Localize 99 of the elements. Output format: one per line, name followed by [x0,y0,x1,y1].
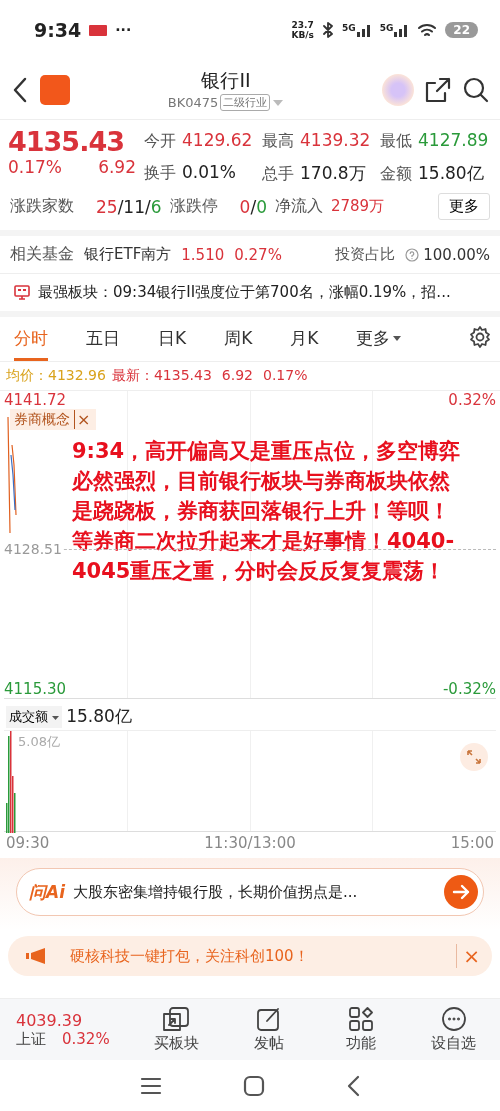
indicator-selector[interactable]: 成交额 [6,705,63,728]
axis-label: 0.32% [448,391,496,409]
stat-value: 6 [150,196,162,217]
latest-percent: 0.17% [263,367,308,385]
index-value: 4039.39 [16,1010,84,1030]
more-tab[interactable]: 更多 [356,325,402,361]
fund-price: 1.510 [181,245,225,264]
megaphone-icon [26,948,48,964]
average-price: 均价：4132.96 [6,367,106,385]
latest-price: 最新：4135.43 [111,367,212,385]
grid-icon [348,1006,375,1032]
stat-label: 涨跌停 [169,196,218,217]
notice-text[interactable]: 最强板块：09:34银行II强度位于第700名，涨幅0.19%，招... [38,283,451,302]
stat-value: 0.01% [182,162,236,182]
stat-value: 0 [256,196,267,217]
clock: 9:34 [34,19,82,41]
more-notifications: ··· [115,22,132,38]
stat-label: 最低 [380,131,412,152]
stat-label: 今开 [144,131,176,152]
caret-icon [393,336,402,342]
ai-question: 大股东密集增持银行股，长期价值拐点是... [73,882,359,902]
index-change: 0.32% [62,1029,110,1049]
axis-label: 4115.30 [4,680,67,698]
fund-change: 0.27% [234,245,282,264]
time-label: 11:30/13:00 [204,834,296,852]
settings-icon[interactable] [468,325,492,349]
nav-item[interactable]: 功能 [315,1005,408,1054]
wifi-icon [417,22,438,38]
edit-icon [255,1006,282,1032]
volume-total: 15.80亿 [66,705,132,728]
promo-text: 硬核科技一键打包，关注科创100！ [70,946,310,966]
stat-value: 4129.62 [182,130,253,150]
period-tab[interactable]: 日K [158,325,187,361]
stat-label: 净流入 [274,196,323,217]
stat-value: 170.8万 [300,162,366,185]
axis-label: 4141.72 [4,391,67,409]
current-price: 4135.43 [8,126,124,157]
nav-item[interactable]: 设自选 [407,1005,500,1054]
network-speed: 23.7 KB/s [291,20,314,40]
expand-button[interactable] [460,743,488,771]
ask-ai-bar[interactable]: 问Ai 大股东密集增持银行股，长期价值拐点是... [16,868,484,916]
close-tag-button[interactable]: × [74,410,93,429]
axis-label: -0.32% [442,680,496,698]
ai-logo: 问Ai [29,880,65,904]
time-label: 15:00 [450,834,494,852]
stat-value: 4127.89 [418,130,489,150]
concept-tag-text: 券商概念 [14,410,70,429]
signal-icon [393,23,410,37]
stat-label: 金额 [380,164,412,185]
ratio-label: 投资占比 [335,245,396,264]
nav-item[interactable]: 买板块 [130,1005,223,1054]
caret-icon [52,715,60,721]
share-icon[interactable] [424,75,452,104]
bluetooth-icon [322,22,334,38]
axis-label: 4128.51 [4,541,62,557]
stat-label: 最高 [262,131,294,152]
network-type: 5G [342,23,356,33]
expand-icon [466,749,482,765]
stat-value: / [250,196,257,217]
more-button[interactable]: 更多 [438,193,490,220]
change-amount: 6.92 [98,157,136,177]
stat-value: /11/ [117,196,151,217]
fund-name[interactable]: 银行ETF南方 [84,245,172,264]
period-tab[interactable]: 月K [290,325,319,361]
back-icon[interactable] [345,1074,360,1097]
period-tab[interactable]: 五日 [86,325,120,361]
index-name: 上证 [16,1029,46,1049]
stat-value: 25 [96,196,118,217]
board-title: 银行II [201,68,251,93]
nav-item[interactable]: 发帖 [222,1005,315,1054]
signal-icon [355,23,372,37]
send-button[interactable] [444,875,478,909]
arrow-right-icon [452,883,470,901]
stat-value: 4139.32 [300,130,371,150]
stat-value: 0 [239,196,251,217]
stat-label: 涨跌家数 [10,196,74,217]
change-percent: 0.17% [8,157,62,177]
axis-label: 5.08亿 [18,733,60,751]
stat-label: 总手 [262,164,294,185]
industry-tag: 二级行业 [220,94,271,111]
fund-label: 相关基金 [10,244,74,265]
monitor-icon [14,285,30,300]
board-code: BK0475 [167,95,219,110]
stat-value: 15.80亿 [418,162,484,185]
home-icon[interactable] [243,1074,265,1097]
period-tab[interactable]: 周K [224,325,253,361]
stat-value: 2789万 [330,197,385,216]
layered-squares-icon [162,1006,191,1032]
app-logo [40,74,70,105]
latest-change: 6.92 [221,367,253,385]
network-type: 5G [379,23,394,33]
more-icon [440,1006,467,1032]
ratio-value: 100.00% [423,245,490,264]
battery-level: 22 [445,22,478,38]
search-icon[interactable] [462,75,490,104]
menu-icon[interactable] [140,1075,163,1096]
help-icon [405,247,420,262]
stat-label: 换手 [144,163,176,184]
time-label: 09:30 [6,834,50,852]
